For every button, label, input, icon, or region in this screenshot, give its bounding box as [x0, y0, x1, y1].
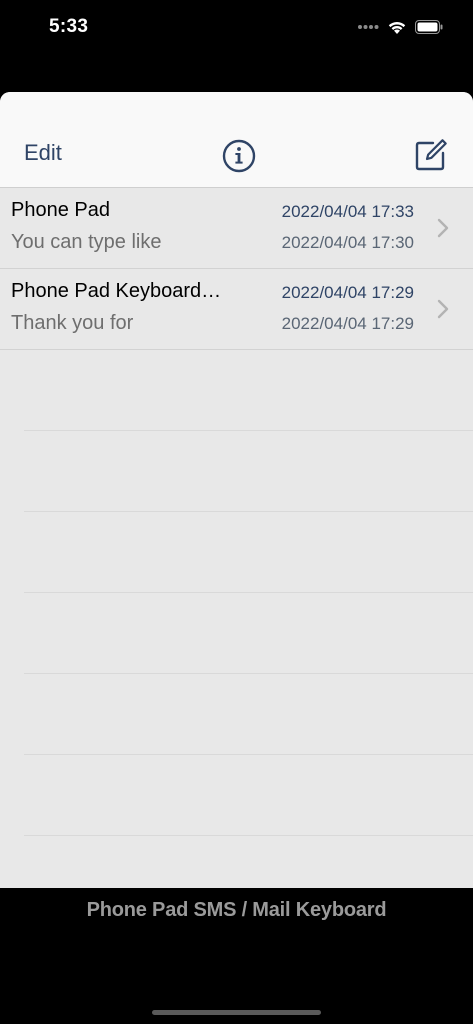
- edit-button[interactable]: Edit: [24, 140, 62, 166]
- message-row[interactable]: Phone Pad You can type like 2022/04/04 1…: [0, 188, 473, 269]
- home-indicator[interactable]: [152, 1010, 321, 1015]
- navigation-bar: Edit: [0, 92, 473, 188]
- notes-sheet: Edit Phone Pad You can type like 2022/04…: [0, 92, 473, 888]
- empty-row-separator: [24, 511, 473, 512]
- empty-row-separator: [24, 592, 473, 593]
- status-icons: [357, 16, 443, 38]
- chevron-right-icon: [437, 299, 449, 319]
- cellular-signal-dots-icon: [358, 25, 379, 29]
- compose-square-pencil-icon: [415, 139, 447, 171]
- empty-row-separator: [24, 673, 473, 674]
- message-date-modified: 2022/04/04 17:29: [281, 283, 414, 302]
- empty-row-separator: [24, 835, 473, 836]
- battery-full-icon: [415, 20, 443, 34]
- message-date-modified: 2022/04/04 17:33: [281, 202, 414, 221]
- status-bar: 5:33: [0, 0, 473, 56]
- message-list: Phone Pad You can type like 2022/04/04 1…: [0, 188, 473, 350]
- app-banner: Phone Pad SMS / Mail Keyboard: [86, 899, 387, 921]
- info-circle-icon: [222, 139, 256, 173]
- chevron-right-icon: [437, 218, 449, 238]
- message-date-created: 2022/04/04 17:30: [281, 233, 414, 252]
- message-title: Phone Pad: [11, 199, 110, 221]
- wifi-icon: [388, 22, 406, 34]
- message-preview: Thank you for: [11, 312, 134, 334]
- message-title: Phone Pad Keyboard…: [11, 280, 222, 302]
- empty-row-separator: [24, 754, 473, 755]
- info-button[interactable]: [222, 139, 256, 173]
- empty-row-separator: [24, 430, 473, 431]
- message-date-created: 2022/04/04 17:29: [281, 314, 414, 333]
- compose-button[interactable]: [413, 137, 449, 173]
- message-row[interactable]: Phone Pad Keyboard… Thank you for 2022/0…: [0, 269, 473, 350]
- status-time: 5:33: [49, 16, 89, 37]
- message-preview: You can type like: [11, 231, 162, 253]
